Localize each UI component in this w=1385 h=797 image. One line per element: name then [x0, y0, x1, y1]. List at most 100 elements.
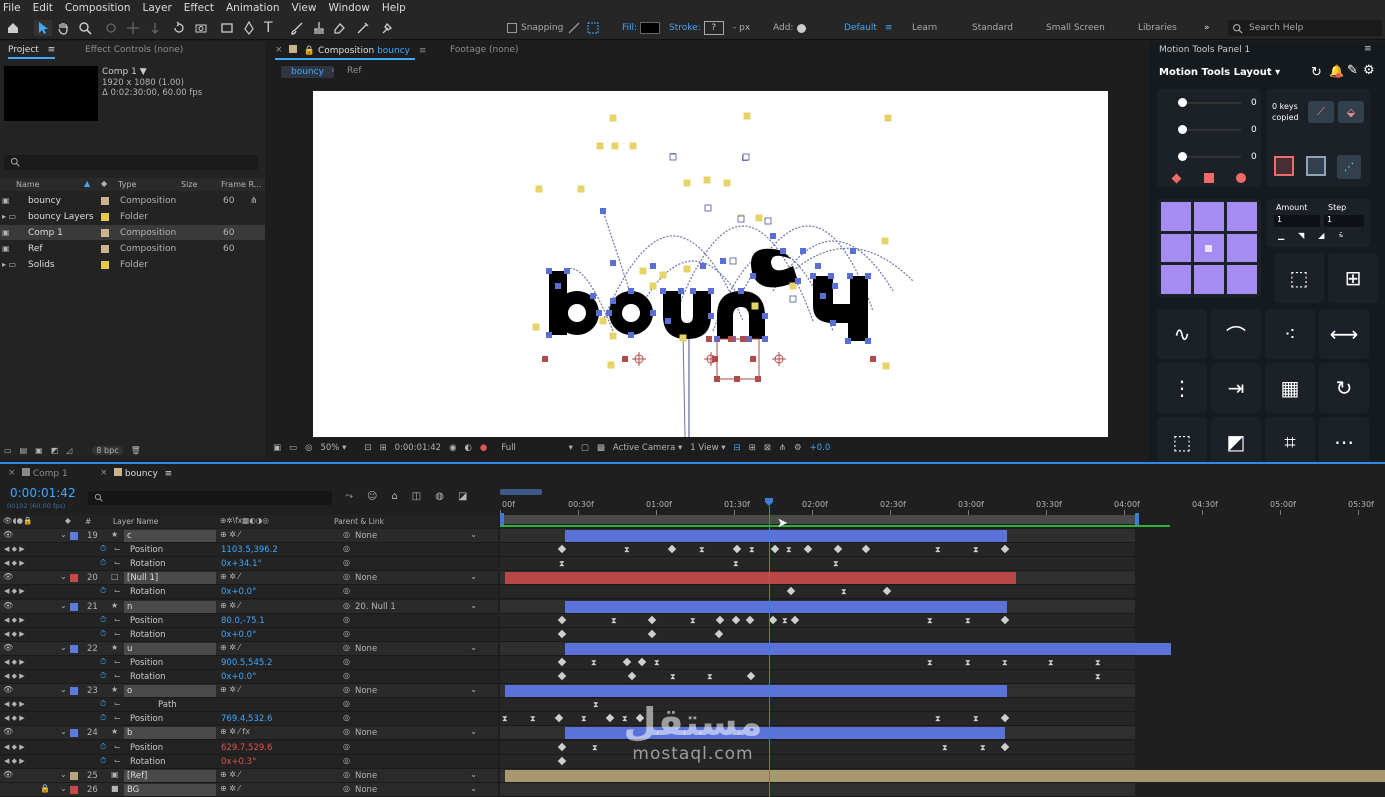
current-time-display[interactable]: 0:00:01:42 — [10, 486, 76, 500]
property-row[interactable]: ◀ ◆ ▶ ⏱ ⌙ Position 629.7,529.6 ◎ ⧗ ⧗ ⧗ — [0, 740, 1385, 755]
graph-icon[interactable]: ⌙ — [114, 713, 121, 722]
amount-direction-icons[interactable]: ▁◥◢⩯ — [1278, 231, 1357, 241]
property-row[interactable]: ◀ ◆ ▶ ⏱ ⌙ Position 1103.5,396.2 ◎ ⧗ ⧗ ⧗ ⧗ ⧗ ⧗ — [0, 543, 1385, 558]
property-value[interactable]: 0x+0.0° — [221, 587, 256, 597]
expand-toggle-icon[interactable]: ⌄ — [60, 770, 67, 779]
path-vertex-marker[interactable] — [683, 179, 691, 187]
sequence-icon[interactable]: ⇥ — [1211, 363, 1261, 413]
solid-button[interactable] — [1274, 156, 1294, 176]
keyframe-hold[interactable]: ⧗ — [1095, 658, 1101, 668]
interpret-footage-icon[interactable]: ▭ — [4, 446, 12, 455]
layer-switches[interactable]: ⊕ ✲ ⁄ — [220, 572, 240, 581]
pick-whip-icon[interactable]: ◎ — [343, 685, 350, 694]
expression-pickwhip-icon[interactable]: ◎ — [343, 558, 350, 567]
property-value[interactable]: 1103.5,396.2 — [221, 545, 278, 555]
keyframe-hold[interactable]: ⧗ — [502, 714, 508, 724]
label-color-swatch[interactable] — [70, 574, 78, 583]
layer-switches[interactable]: ⊕ ✲ ⁄ — [220, 770, 240, 779]
new-folder-icon[interactable]: ▤ — [20, 446, 28, 455]
adjust-icon[interactable]: ◩ — [51, 446, 59, 455]
breadcrumb-bouncy[interactable]: bouncy — [281, 66, 334, 78]
shape-vertex-handle[interactable] — [610, 260, 616, 266]
shape-vertex-handle[interactable] — [738, 288, 744, 294]
hand-tool-icon[interactable] — [56, 20, 70, 36]
layer-row[interactable]: 👁 ⌄ 21 ★ n ⊕ ✲ ⁄ ◎ 20. Null 1 ⌄ — [0, 599, 1385, 614]
exposure-value[interactable]: +0.0 — [810, 443, 831, 453]
keyframe-nav-icons[interactable]: ◀ ◆ ▶ — [4, 757, 25, 765]
path-vertex-marker[interactable] — [723, 179, 731, 187]
null-button[interactable]: ⋰ — [1337, 155, 1361, 179]
keyframe-hold[interactable]: ⧗ — [591, 658, 597, 668]
close-icon[interactable]: × — [8, 468, 16, 478]
bounce-icon[interactable]: ⌒ — [1211, 309, 1261, 359]
layer-name[interactable]: BG — [124, 783, 216, 796]
shape-vertex-handle[interactable] — [660, 288, 666, 294]
layer-row[interactable]: 👁 ⌄ 23 ★ o ⊕ ✲ ⁄ ◎ None ⌄ — [0, 684, 1385, 699]
null-path-marker[interactable] — [870, 356, 876, 362]
stopwatch-icon[interactable]: ⏱ — [100, 671, 106, 681]
timeline-search-input[interactable] — [88, 491, 332, 505]
property-value[interactable]: 0x+0.0° — [221, 672, 256, 682]
shape-vertex-handle[interactable] — [830, 320, 836, 326]
stopwatch-icon[interactable]: ⏱ — [100, 544, 106, 554]
expand-toggle-icon[interactable]: ⌄ — [60, 530, 67, 539]
keyframe-hold[interactable]: ⧗ — [559, 559, 565, 569]
keyframe-nav-icons[interactable]: ◀ ◆ ▶ — [4, 545, 25, 553]
stopwatch-icon[interactable]: ⏱ — [100, 586, 106, 596]
keyframe-hold[interactable]: ⧗ — [1095, 672, 1101, 682]
slider-track-1[interactable] — [1181, 102, 1241, 104]
keyframe-hold[interactable]: ⧗ — [530, 714, 536, 724]
keyframe-hold[interactable]: ⧗ — [927, 658, 933, 668]
layer-duration-bar[interactable] — [505, 685, 1007, 698]
shape-vertex-handle[interactable] — [832, 283, 838, 289]
layer-name[interactable]: [Null 1] — [124, 572, 216, 585]
lock-icon[interactable]: 🔒 — [40, 784, 50, 793]
visibility-eye-icon[interactable]: 👁 — [3, 572, 13, 581]
dolly-tool-icon[interactable] — [148, 20, 162, 36]
layer-name[interactable]: u — [124, 642, 216, 655]
expression-pickwhip-icon[interactable]: ◎ — [343, 699, 350, 708]
timecode-display[interactable]: 0:00:01:42 — [395, 443, 441, 453]
label-swatch[interactable] — [101, 228, 109, 237]
keyframe-hold[interactable]: ⧗ — [690, 616, 696, 626]
keyframe-nav-icons[interactable]: ◀ ◆ ▶ — [4, 587, 25, 595]
tab-bouncy[interactable]: bouncy ≡ — [114, 468, 172, 479]
shape-vertex-handle[interactable] — [555, 283, 561, 289]
graph-icon[interactable]: ⌙ — [114, 742, 121, 751]
visibility-eye-icon[interactable]: 👁 — [3, 770, 13, 779]
path-vertex-marker[interactable] — [629, 142, 637, 150]
shape-vertex-handle[interactable] — [564, 268, 570, 274]
layer-duration-bar[interactable] — [565, 642, 1171, 655]
shape-vertex-handle[interactable] — [770, 233, 776, 239]
slider-track-3[interactable] — [1181, 156, 1241, 158]
shape-vertex-handle[interactable] — [678, 288, 684, 294]
project-item[interactable]: ▣ Comp 1 Composition 60 — [0, 225, 265, 240]
slider-track-2[interactable] — [1181, 129, 1241, 131]
graph-icon[interactable]: ⌙ — [114, 544, 121, 553]
label-swatch[interactable] — [101, 260, 109, 269]
path-vertex-marker[interactable] — [611, 142, 619, 150]
panel-menu-icon[interactable]: ≡ — [48, 45, 56, 55]
layer-switches[interactable]: ⊕ ✲ ⁄ — [220, 643, 240, 652]
step-input[interactable]: 1 — [1324, 215, 1364, 227]
layer-name[interactable]: [Ref] — [124, 769, 216, 782]
path-vertex-marker[interactable] — [596, 142, 604, 150]
parent-select[interactable]: 20. Null 1 — [355, 602, 396, 612]
shape-vertex-handle[interactable] — [865, 273, 871, 279]
panel-menu-icon[interactable]: ≡ — [419, 46, 427, 56]
menu-animation[interactable]: Animation — [226, 2, 280, 14]
expand-toggle-icon[interactable]: ⌄ — [60, 572, 67, 581]
label-color-swatch[interactable] — [70, 644, 78, 653]
link-icon[interactable]: ⋯ — [1319, 417, 1369, 467]
align-icon[interactable]: ⋮ — [1157, 363, 1207, 413]
keyframe-hold[interactable]: ⧗ — [935, 714, 941, 724]
shape-vertex-handle[interactable] — [596, 310, 602, 316]
expand-toggle-icon[interactable]: ⌄ — [60, 784, 67, 793]
visibility-eye-icon[interactable]: 👁 — [3, 727, 13, 736]
expand-toggle-icon[interactable]: ⌄ — [60, 685, 67, 694]
property-row[interactable]: ◀ ◆ ▶ ⏱ ⌙ Rotation 0x+0.0° ◎ ⧗ ⧗ ⧗ — [0, 670, 1385, 684]
keyframe-diamond-icon[interactable] — [1171, 173, 1182, 184]
shape-vertex-handle[interactable] — [606, 310, 612, 316]
time-navigator[interactable] — [500, 489, 542, 495]
keyframe-hold[interactable]: ⧗ — [841, 587, 847, 597]
